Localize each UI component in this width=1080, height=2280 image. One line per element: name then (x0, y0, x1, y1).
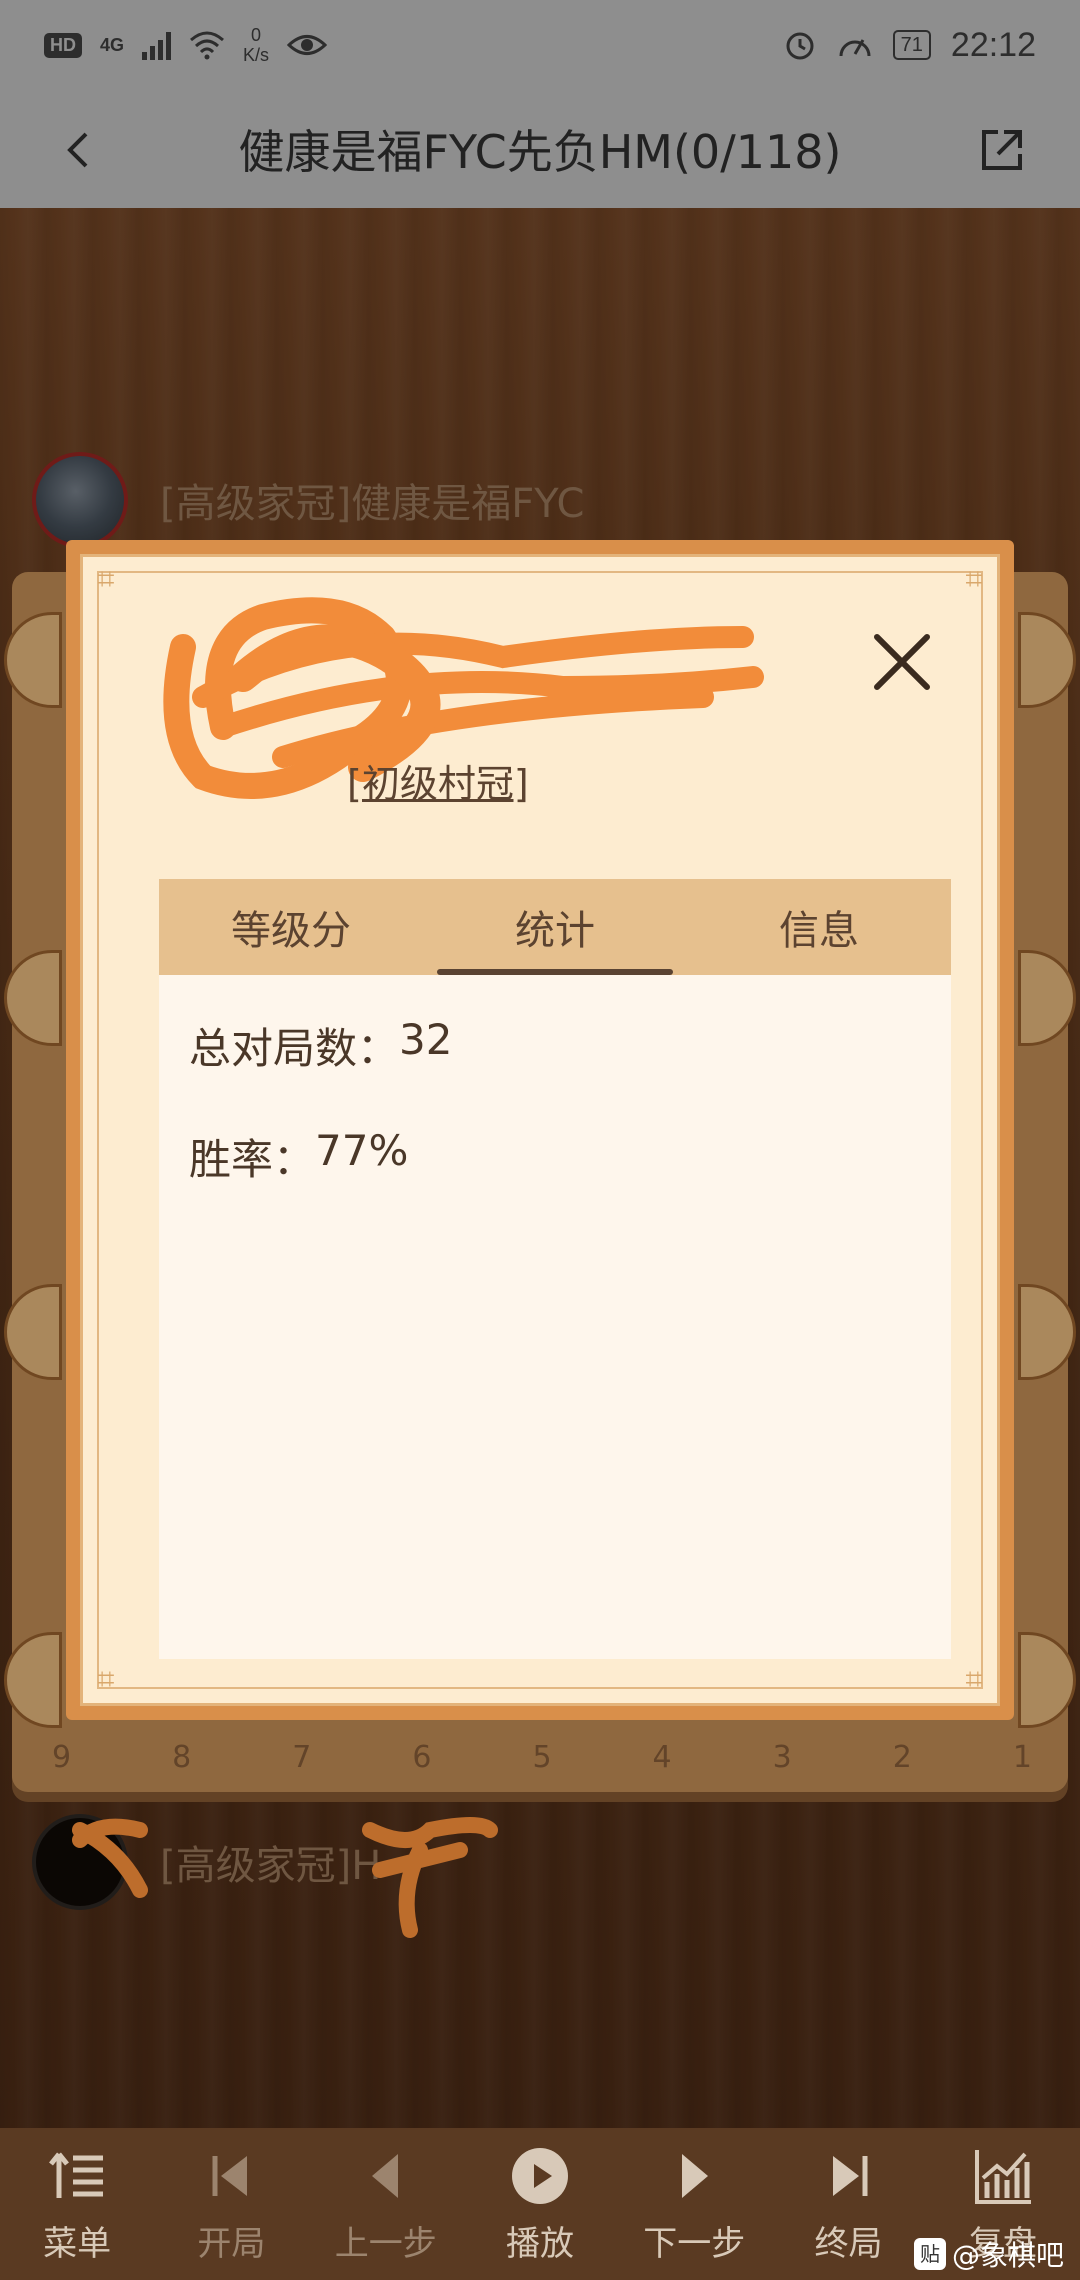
app-header: 健康是福FYC先负HM(0/118) (0, 90, 1080, 208)
play-button[interactable]: 播放 (465, 2144, 615, 2265)
total-games-label: 总对局数： (189, 1024, 400, 1073)
last-move-button[interactable]: 终局 (774, 2144, 924, 2265)
next-move-button[interactable]: 下一步 (619, 2144, 769, 2265)
tab-info[interactable]: 信息 (687, 879, 951, 975)
menu-label: 菜单 (43, 2223, 112, 2264)
tab-bar: 等级分 统计 信息 (159, 879, 951, 975)
corner-ornament: ⌗ (965, 562, 983, 597)
previous-move-icon (371, 2153, 398, 2198)
statistics-content: 总对局数： 32 胜率： 77% (159, 975, 951, 1277)
play-label: 播放 (505, 2223, 574, 2264)
status-time: 22:12 (950, 25, 1036, 64)
back-arrow-icon[interactable] (52, 120, 112, 180)
player-info-dialog: ⌗ ⌗ ⌗ ⌗ [初级村冠] 等级分 统计 信息 总对局数： 32 胜率： 77… (66, 540, 1014, 1720)
tieba-logo-icon: 贴 (913, 2238, 946, 2270)
battery-indicator: 71 (892, 30, 931, 60)
page-title: 健康是福FYC先负HM(0/118) (238, 125, 842, 179)
alarm-icon (786, 32, 814, 60)
player-rank[interactable]: [初级村冠] (347, 753, 529, 808)
share-icon[interactable] (972, 120, 1032, 180)
previous-move-button[interactable]: 上一步 (311, 2144, 461, 2265)
corner-ornament: ⌗ (965, 1662, 983, 1697)
menu-icon (49, 2151, 104, 2198)
net-speed: 0 K/s (243, 25, 270, 65)
close-icon[interactable] (867, 627, 937, 697)
status-bar: HD 4G 0 K/s 71 22:12 (0, 0, 1080, 90)
win-rate-label: 胜率： (189, 1135, 316, 1184)
win-rate-value: 77% (315, 1126, 409, 1175)
speed-gauge-icon (839, 39, 871, 57)
corner-ornament: ⌗ (97, 1662, 115, 1697)
eye-icon (287, 35, 328, 55)
last-move-icon (832, 2155, 868, 2196)
first-move-icon (212, 2155, 248, 2196)
next-move-icon (682, 2153, 709, 2198)
win-rate-row: 胜率： 77% (189, 1126, 921, 1187)
last-move-label: 终局 (814, 2223, 883, 2264)
analysis-chart-icon (974, 2149, 1031, 2204)
dialog-body: ⌗ ⌗ ⌗ ⌗ [初级村冠] 等级分 统计 信息 总对局数： 32 胜率： 77… (80, 554, 1000, 1706)
first-move-button[interactable]: 开局 (156, 2144, 306, 2265)
watermark: 贴 @象棋吧 (913, 2234, 1064, 2274)
previous-move-label: 上一步 (334, 2223, 437, 2264)
wifi-icon (190, 31, 225, 60)
watermark-text: @象棋吧 (951, 2239, 1064, 2272)
network-type: 4G (100, 34, 125, 55)
tab-statistics[interactable]: 统计 (423, 879, 687, 975)
hd-badge: HD (44, 32, 82, 58)
first-move-label: 开局 (197, 2223, 266, 2264)
total-games-value: 32 (399, 1015, 453, 1064)
stats-panel: 等级分 统计 信息 总对局数： 32 胜率： 77% (159, 879, 951, 1659)
signal-icon (142, 30, 172, 60)
next-move-label: 下一步 (643, 2223, 746, 2264)
corner-ornament: ⌗ (97, 562, 115, 597)
tab-rating[interactable]: 等级分 (159, 879, 423, 975)
play-icon (511, 2147, 568, 2204)
total-games-row: 总对局数： 32 (189, 1015, 921, 1076)
menu-button[interactable]: 菜单 (2, 2144, 152, 2265)
